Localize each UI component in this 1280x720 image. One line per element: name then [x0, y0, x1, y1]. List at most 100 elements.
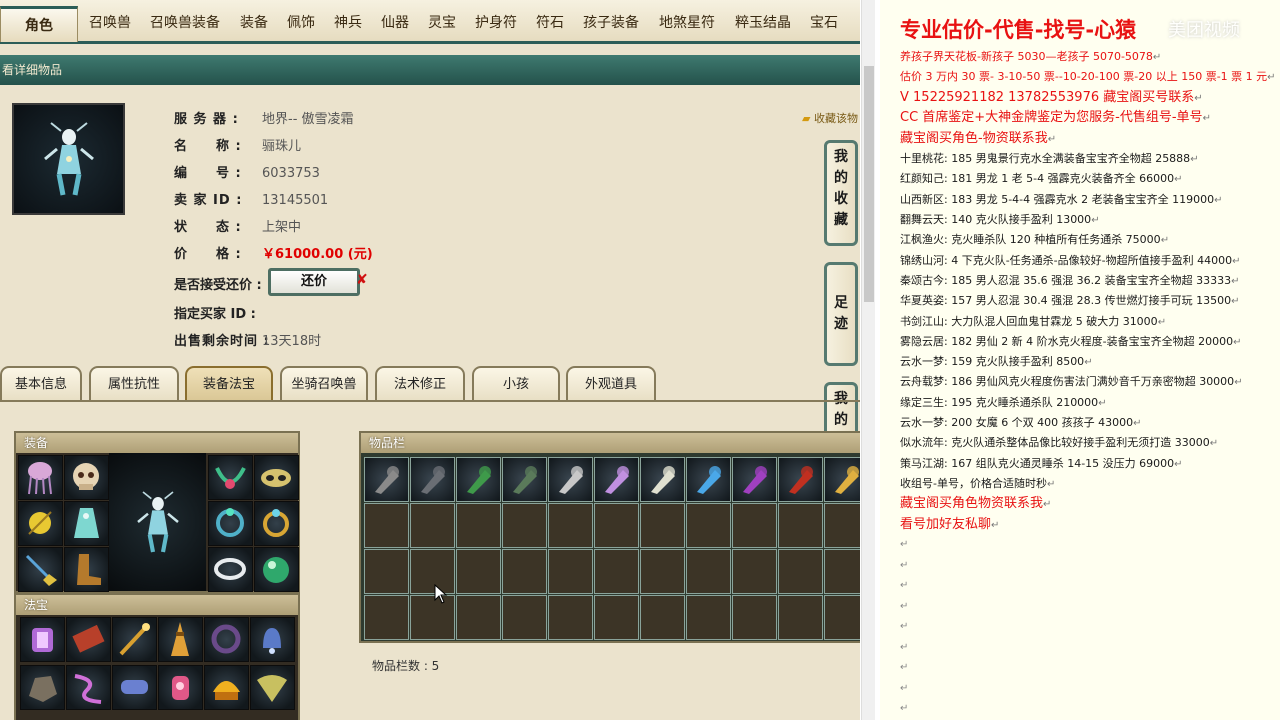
favorite-link[interactable]: ▰ 收藏该物	[802, 110, 858, 126]
battle-axe-icon[interactable]	[548, 457, 593, 502]
scroll-icon[interactable]	[66, 617, 111, 662]
axe-icon[interactable]	[364, 457, 409, 502]
note-line: 云舟载梦: 186 男仙风克火程度伤害法门满妙音千万亲密物超 30000↵	[900, 375, 1243, 390]
inventory-slot[interactable]	[640, 595, 685, 640]
tab-accessory[interactable]: 佩饰	[287, 12, 315, 32]
inventory-slot[interactable]	[686, 503, 731, 548]
tab-child[interactable]: 小孩	[472, 366, 560, 402]
scrollbar-thumb[interactable]	[864, 66, 874, 302]
note-line-text: 红颜知己: 181 男龙 1 老 5-4 强霹克火装备齐全 66000	[900, 172, 1175, 186]
rock-icon[interactable]	[20, 665, 65, 710]
inventory-slot[interactable]	[410, 595, 455, 640]
tab-star-talisman[interactable]: 地煞星符	[659, 12, 715, 32]
tab-summon[interactable]: 召唤兽	[89, 12, 131, 32]
tab-equipment[interactable]: 装备	[240, 12, 268, 32]
inventory-slot[interactable]	[824, 503, 860, 548]
inventory-slot[interactable]	[686, 549, 731, 594]
inventory-slot[interactable]	[640, 549, 685, 594]
inventory-slot[interactable]	[502, 595, 547, 640]
tab-equipment-fabao[interactable]: 装备法宝	[185, 366, 273, 402]
fire-bowl-icon[interactable]	[204, 665, 249, 710]
robe-icon[interactable]	[502, 457, 547, 502]
game-window: 角色 召唤兽 召唤兽装备 装备 佩饰 神兵 仙器 灵宝 护身符 符石 孩子装备 …	[0, 0, 860, 720]
inventory-slot[interactable]	[456, 595, 501, 640]
inventory-slot[interactable]	[824, 595, 860, 640]
purple-flame-icon[interactable]	[594, 457, 639, 502]
tab-appearance[interactable]: 外观道具	[566, 366, 656, 402]
inventory-slot[interactable]	[456, 549, 501, 594]
tab-amulet[interactable]: 护身符	[475, 12, 517, 32]
jade-ring-icon[interactable]	[208, 501, 253, 546]
inventory-slot[interactable]	[548, 503, 593, 548]
inventory-slot[interactable]	[502, 549, 547, 594]
bell-icon[interactable]	[250, 617, 295, 662]
inventory-slot[interactable]	[410, 549, 455, 594]
inventory-slot[interactable]	[686, 595, 731, 640]
helmet-icon[interactable]	[410, 457, 455, 502]
green-orb-icon[interactable]	[254, 547, 299, 592]
purple-blade-icon[interactable]	[732, 457, 777, 502]
inventory-slot[interactable]	[778, 503, 823, 548]
rope-icon[interactable]	[66, 665, 111, 710]
silver-bracelet-icon[interactable]	[208, 547, 253, 592]
tab-role[interactable]: 角色	[0, 6, 78, 42]
inventory-slot[interactable]	[548, 549, 593, 594]
fan-icon[interactable]	[250, 665, 295, 710]
inventory-slot[interactable]	[732, 503, 777, 548]
tab-child-equipment[interactable]: 孩子装备	[583, 12, 639, 32]
inventory-slot[interactable]	[824, 549, 860, 594]
tab-immortal-artifact[interactable]: 仙器	[381, 12, 409, 32]
inventory-slot[interactable]	[778, 595, 823, 640]
tab-gem[interactable]: 宝石	[810, 12, 838, 32]
tab-mount-summon[interactable]: 坐骑召唤兽	[280, 366, 368, 402]
crystal-icon[interactable]	[686, 457, 731, 502]
lamp-icon[interactable]	[158, 665, 203, 710]
tab-rune-stone[interactable]: 符石	[536, 12, 564, 32]
jade-necklace-icon[interactable]	[208, 455, 253, 500]
lantern-icon[interactable]	[20, 617, 65, 662]
tower-icon[interactable]	[158, 617, 203, 662]
jellyfish-icon[interactable]	[18, 455, 63, 500]
dark-ring-icon[interactable]	[204, 617, 249, 662]
inventory-slot[interactable]	[778, 549, 823, 594]
inventory-slot[interactable]	[548, 595, 593, 640]
tab-spell-fix[interactable]: 法术修正	[375, 366, 465, 402]
inventory-slot[interactable]	[456, 503, 501, 548]
footprint-button[interactable]: 足迹	[824, 262, 858, 366]
tab-divine-weapon[interactable]: 神兵	[334, 12, 362, 32]
gold-orb-icon[interactable]	[18, 501, 63, 546]
inventory-slot[interactable]	[364, 595, 409, 640]
counter-offer-button[interactable]: 还价	[268, 268, 360, 296]
cyan-dress-icon[interactable]	[64, 501, 109, 546]
inventory-slot[interactable]	[594, 595, 639, 640]
inventory-slot[interactable]	[732, 595, 777, 640]
vertical-scrollbar[interactable]	[861, 0, 875, 720]
my-favorites-button[interactable]: 我的收藏	[824, 140, 858, 246]
tab-spirit-treasure[interactable]: 灵宝	[428, 12, 456, 32]
inventory-slot[interactable]	[640, 503, 685, 548]
inventory-slot[interactable]	[364, 549, 409, 594]
cloak-icon[interactable]	[640, 457, 685, 502]
inventory-slot[interactable]	[410, 503, 455, 548]
inventory-slot[interactable]	[594, 503, 639, 548]
tab-attributes[interactable]: 属性抗性	[89, 366, 179, 402]
skull-helmet-icon[interactable]	[64, 455, 109, 500]
feather-mask-icon[interactable]	[254, 455, 299, 500]
staff-icon[interactable]	[112, 617, 157, 662]
note-line-text: 似水流年: 克火队通杀整体品像比较好接手盈利无须打造 33000	[900, 436, 1210, 450]
inventory-slot[interactable]	[364, 503, 409, 548]
tab-summon-equipment[interactable]: 召唤兽装备	[150, 12, 220, 32]
tab-basic-info[interactable]: 基本信息	[0, 366, 82, 402]
paragraph-mark: ↵	[1043, 499, 1052, 511]
pendant-icon[interactable]	[18, 547, 63, 592]
gold-ring-icon[interactable]	[254, 501, 299, 546]
wreath-icon[interactable]	[456, 457, 501, 502]
gold-shield-icon[interactable]	[824, 457, 860, 502]
red-blade-icon[interactable]	[778, 457, 823, 502]
tab-jade-crystal[interactable]: 粹玉结晶	[735, 12, 791, 32]
whip-icon[interactable]	[112, 665, 157, 710]
inventory-slot[interactable]	[594, 549, 639, 594]
boots-icon[interactable]	[64, 547, 109, 592]
inventory-slot[interactable]	[502, 503, 547, 548]
inventory-slot[interactable]	[732, 549, 777, 594]
